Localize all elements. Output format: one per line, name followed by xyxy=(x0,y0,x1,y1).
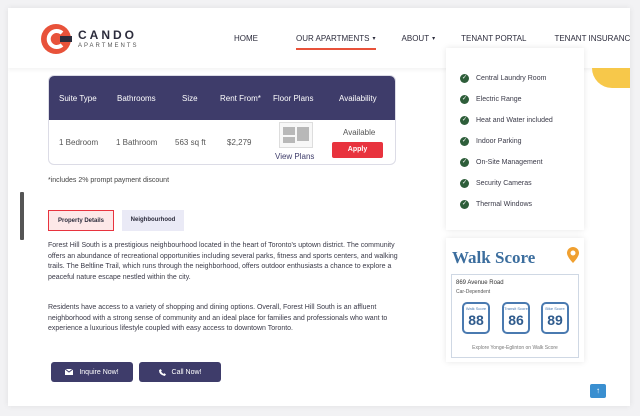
list-item: ✓ On-Site Management xyxy=(460,158,543,167)
check-circle-icon: ✓ xyxy=(460,95,469,104)
suite-table: Suite Type Bathrooms Size Rent From* Flo… xyxy=(48,75,396,165)
list-item: ✓ Security Cameras xyxy=(460,179,532,188)
nav-our-apartments-label: OUR APARTMENTS xyxy=(296,34,370,43)
walkscore-widget[interactable]: Walk Score 869 Avenue Road Car-Dependent… xyxy=(446,238,584,362)
check-circle-icon: ✓ xyxy=(460,158,469,167)
discount-note: *includes 2% prompt payment discount xyxy=(48,177,170,184)
envelope-icon xyxy=(65,369,74,375)
check-circle-icon: ✓ xyxy=(460,179,469,188)
bike-score-badge[interactable]: Bike Score 89 xyxy=(541,302,569,334)
bathrooms-value: 1 Bathroom xyxy=(116,138,158,147)
amenities-card: ✓ Central Laundry Room ✓ Electric Range ✓ H… xyxy=(446,48,584,230)
bike-score-label: Bike Score xyxy=(545,306,565,311)
col-floor-plans: Floor Plans xyxy=(273,94,314,103)
list-item: ✓ Heat and Water included xyxy=(460,116,553,125)
inquire-now-button[interactable]: Inquire Now! xyxy=(51,362,133,382)
call-now-button[interactable]: Call Now! xyxy=(139,362,221,382)
back-to-top-button[interactable]: ↑ xyxy=(590,384,606,398)
amenity-label: Security Cameras xyxy=(476,180,532,187)
suite-table-header: Suite Type Bathrooms Size Rent From* Flo… xyxy=(49,76,395,120)
description-paragraph: Residents have access to a variety of sh… xyxy=(48,304,388,332)
chevron-down-icon: ▾ xyxy=(432,36,436,42)
page: CANDO APARTMENTS HOME OUR APARTMENTS ▾ AB… xyxy=(8,8,630,406)
transit-score-badge[interactable]: Transit Score 86 xyxy=(502,302,530,334)
walkscore-logo: Walk Score xyxy=(452,248,536,267)
description-paragraph: Forest Hill South is a prestigious neigh… xyxy=(48,242,398,281)
nav-about[interactable]: ABOUT ▾ xyxy=(402,34,436,43)
size-value: 563 sq ft xyxy=(175,138,206,147)
list-item: ✓ Electric Range xyxy=(460,95,522,104)
list-item: ✓ Thermal Windows xyxy=(460,200,532,209)
walk-score-label: Walk Score xyxy=(465,306,487,311)
check-circle-icon: ✓ xyxy=(460,200,469,209)
walk-score-value: 88 xyxy=(468,312,484,328)
nav-tenant-portal[interactable]: TENANT PORTAL xyxy=(461,34,526,43)
nav-tenant-insurance-label: TENANT INSURANCE xyxy=(554,34,630,43)
amenity-label: Heat and Water included xyxy=(476,117,553,124)
nav-home-label: HOME xyxy=(234,34,258,43)
brand-sub: APARTMENTS xyxy=(78,43,139,49)
tab-neighbourhood[interactable]: Neighbourhood xyxy=(122,210,184,231)
col-size: Size xyxy=(182,94,198,103)
nav-tenant-portal-label: TENANT PORTAL xyxy=(461,34,527,43)
check-circle-icon: ✓ xyxy=(460,116,469,125)
floor-plan-thumbnail[interactable] xyxy=(279,122,313,148)
list-item: ✓ Central Laundry Room xyxy=(460,74,546,83)
walk-score-badge[interactable]: Walk Score 88 xyxy=(462,302,490,334)
nav-about-label: ABOUT xyxy=(401,34,430,43)
availability-value: Available xyxy=(343,128,376,137)
rent-value: $2,279 xyxy=(227,138,252,147)
nav-home[interactable]: HOME xyxy=(234,34,258,43)
table-row: 1 Bedroom 1 Bathroom 563 sq ft $2,279 Vi… xyxy=(49,120,395,164)
nav-our-apartments[interactable]: OUR APARTMENTS ▾ xyxy=(296,34,376,50)
suite-type-value: 1 Bedroom xyxy=(59,138,99,147)
amenity-label: Central Laundry Room xyxy=(476,75,547,82)
nav-tenant-insurance[interactable]: TENANT INSURANCE xyxy=(554,34,630,43)
walkscore-panel: 869 Avenue Road Car-Dependent Walk Score… xyxy=(451,274,579,358)
walkscore-address: 869 Avenue Road xyxy=(456,280,504,286)
list-item: ✓ Indoor Parking xyxy=(460,137,522,146)
view-plans-link[interactable]: View Plans xyxy=(275,152,314,161)
call-now-label: Call Now! xyxy=(171,368,202,376)
bike-score-value: 89 xyxy=(547,312,563,328)
col-bathrooms: Bathrooms xyxy=(117,94,156,103)
col-suite-type: Suite Type xyxy=(59,94,97,103)
brand-logo[interactable]: CANDO APARTMENTS xyxy=(40,23,138,55)
transit-score-value: 86 xyxy=(508,312,524,328)
side-tab-handle[interactable] xyxy=(20,192,24,240)
amenity-label: Electric Range xyxy=(476,96,522,103)
col-rent-from: Rent From* xyxy=(220,94,261,103)
check-circle-icon: ✓ xyxy=(460,74,469,83)
amenity-label: Thermal Windows xyxy=(476,201,533,208)
main-nav: HOME OUR APARTMENTS ▾ ABOUT ▾ TENANT PORTA… xyxy=(234,34,630,50)
decorative-shape xyxy=(592,68,630,88)
chevron-down-icon: ▾ xyxy=(372,36,376,42)
col-availability: Availability xyxy=(339,94,377,103)
check-circle-icon: ✓ xyxy=(460,137,469,146)
map-pin-icon xyxy=(567,247,579,263)
walkscore-dependency: Car-Dependent xyxy=(456,289,491,295)
transit-score-label: Transit Score xyxy=(504,306,528,311)
walkscore-explore-link[interactable]: Explore Yonge-Eglinton on Walk Score xyxy=(452,345,578,351)
cando-logo-icon xyxy=(41,24,72,54)
amenity-label: On-Site Management xyxy=(476,159,543,166)
amenity-label: Indoor Parking xyxy=(476,138,522,145)
tab-property-details[interactable]: Property Details xyxy=(48,210,114,231)
brand-name: CANDO xyxy=(78,28,137,42)
apply-button[interactable]: Apply xyxy=(332,142,383,158)
inquire-now-label: Inquire Now! xyxy=(79,368,119,376)
phone-icon xyxy=(158,368,166,376)
